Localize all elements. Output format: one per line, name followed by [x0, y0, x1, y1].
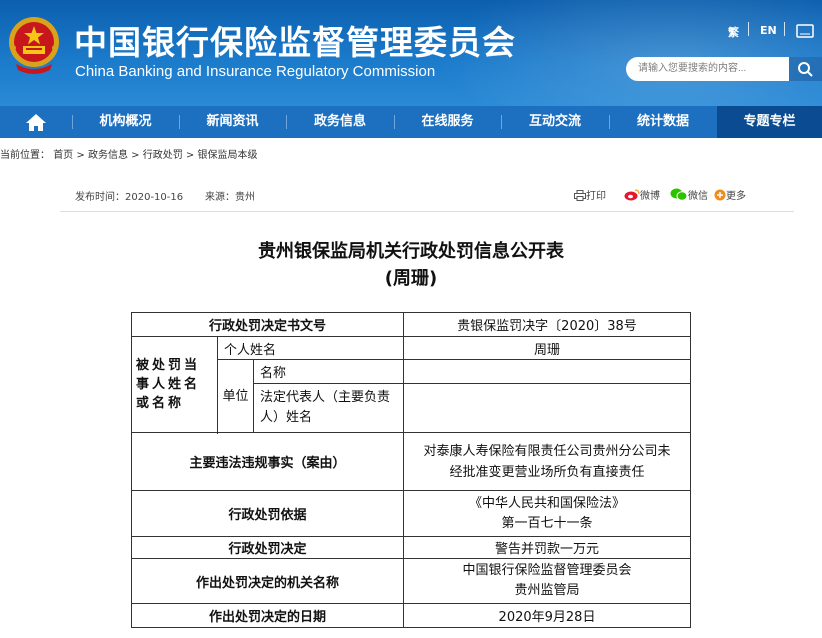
breadcrumb-label: 当前位置：	[0, 150, 50, 161]
main-nav: 机构概况 新闻资讯 政务信息 在线服务 互动交流 统计数据 专题专栏	[0, 106, 822, 138]
wechat-label: 微信	[688, 191, 708, 202]
source-value: 贵州	[235, 192, 255, 203]
unit-label: 单位	[217, 359, 254, 433]
party-label: 被处罚当事人姓名或名称	[131, 336, 218, 433]
weibo-icon	[624, 189, 640, 201]
publish-date: 发布时间：2020-10-16	[75, 188, 183, 203]
breadcrumb-item-home[interactable]: 首页	[53, 150, 73, 161]
nav-item-news[interactable]: 新闻资讯	[179, 106, 286, 138]
lang-traditional-link[interactable]: 繁	[728, 24, 739, 40]
source: 来源：贵州	[205, 188, 255, 203]
share-wechat-button[interactable]: 微信	[670, 187, 708, 202]
search-input[interactable]: 请输入您要搜索的内容...	[626, 57, 789, 81]
doc-number-value: 贵银保监罚决字〔2020〕38号	[403, 312, 691, 337]
breadcrumb: 当前位置： 首页 > 政务信息 > 行政处罚 > 银保监局本级	[0, 146, 257, 161]
search-icon	[798, 62, 813, 77]
breadcrumb-item-bureau[interactable]: 银保监局本级	[197, 150, 257, 161]
decision-date-value: 2020年9月28日	[403, 603, 691, 628]
legal-rep-label: 法定代表人（主要负责人）姓名	[253, 383, 404, 433]
nav-home[interactable]	[0, 106, 72, 138]
individual-name-label: 个人姓名	[217, 336, 404, 360]
nav-item-statistics[interactable]: 统计数据	[609, 106, 717, 138]
decision-date-label: 作出处罚决定的日期	[131, 603, 404, 628]
decision-value: 警告并罚款一万元	[403, 536, 691, 559]
facts-label: 主要违法违规事实（案由）	[131, 432, 404, 491]
source-label: 来源：	[205, 192, 235, 203]
basis-label: 行政处罚依据	[131, 490, 404, 537]
breadcrumb-item-government-info[interactable]: 政务信息	[88, 150, 128, 161]
penalty-info-table: 行政处罚决定书文号 贵银保监罚决字〔2020〕38号 被处罚当事人姓名或名称 个…	[131, 312, 691, 628]
authority-value: 中国银行保险监督管理委员会 贵州监管局	[403, 558, 691, 604]
publish-date-value: 2020-10-16	[125, 192, 184, 203]
legal-rep-value	[403, 383, 691, 433]
unit-name-value	[403, 359, 691, 384]
print-label: 打印	[586, 191, 606, 202]
document-title: 贵州银保监局机关行政处罚信息公开表	[258, 241, 564, 262]
nav-item-about[interactable]: 机构概况	[72, 106, 179, 138]
breadcrumb-separator: >	[76, 150, 85, 161]
unit-name-label: 名称	[253, 359, 404, 384]
nav-item-online-service[interactable]: 在线服务	[394, 106, 501, 138]
plus-icon	[714, 189, 726, 201]
weibo-label: 微博	[640, 191, 660, 202]
basis-value-line2: 第一百七十一条	[501, 515, 593, 531]
nav-item-special-topics[interactable]: 专题专栏	[717, 106, 822, 138]
lang-divider	[784, 22, 785, 36]
more-label: 更多	[726, 191, 746, 202]
share-weibo-button[interactable]: 微博	[624, 187, 660, 202]
publish-date-label: 发布时间：	[75, 192, 125, 203]
breadcrumb-separator: >	[131, 150, 140, 161]
document-subtitle: (周珊)	[384, 268, 438, 289]
basis-value: 《中华人民共和国保险法》 第一百七十一条	[403, 490, 691, 537]
lang-divider	[748, 22, 749, 36]
basis-value-line1: 《中华人民共和国保险法》	[468, 495, 625, 511]
search-button[interactable]	[789, 57, 822, 81]
authority-value-line2: 贵州监管局	[514, 583, 580, 598]
facts-value: 对泰康人寿保险有限责任公司贵州分公司未经批准变更营业场所负有直接责任	[403, 432, 691, 491]
individual-name-value: 周珊	[403, 336, 691, 360]
nav-item-government-info[interactable]: 政务信息	[286, 106, 394, 138]
lang-en-link[interactable]: EN	[760, 24, 777, 37]
doc-number-label: 行政处罚决定书文号	[131, 312, 404, 337]
authority-value-line1: 中国银行保险监督管理委员会	[462, 563, 632, 578]
site-title-en[interactable]: China Banking and Insurance Regulatory C…	[75, 63, 435, 80]
print-button[interactable]: 打印	[574, 187, 606, 202]
printer-icon	[574, 190, 586, 201]
breadcrumb-item-penalty[interactable]: 行政处罚	[143, 150, 183, 161]
divider	[60, 211, 794, 212]
mobile-icon[interactable]	[796, 24, 814, 38]
decision-label: 行政处罚决定	[131, 536, 404, 559]
site-title-cn[interactable]: 中国银行保险监督管理委员会	[74, 16, 516, 64]
national-emblem-icon	[9, 17, 59, 74]
home-icon	[26, 114, 46, 131]
site-header: 中国银行保险监督管理委员会 China Banking and Insuranc…	[0, 0, 822, 106]
wechat-icon	[670, 188, 688, 201]
nav-item-interaction[interactable]: 互动交流	[501, 106, 609, 138]
authority-label: 作出处罚决定的机关名称	[131, 558, 404, 604]
breadcrumb-separator: >	[185, 150, 195, 161]
share-more-button[interactable]: 更多	[714, 187, 746, 202]
